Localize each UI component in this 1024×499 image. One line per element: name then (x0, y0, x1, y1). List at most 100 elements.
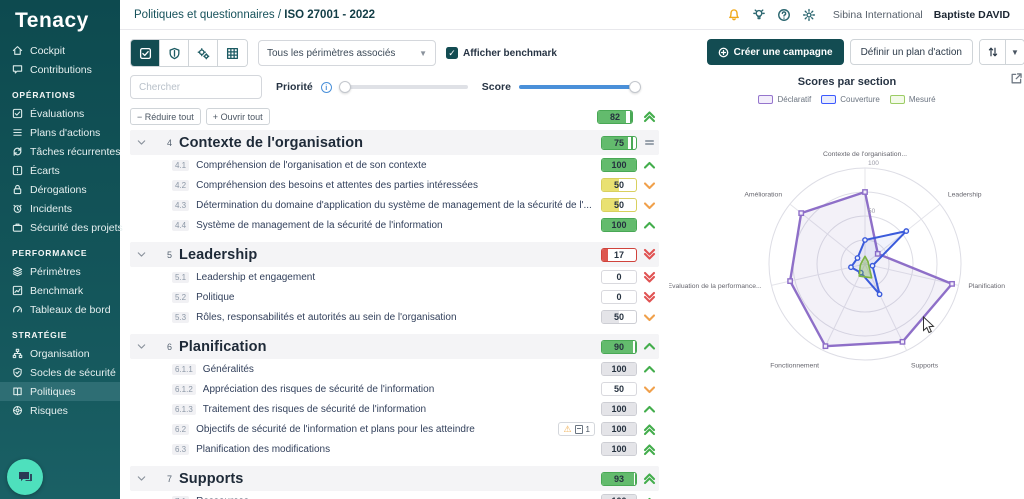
sidebar-item-incidents[interactable]: Incidents (0, 199, 120, 218)
sidebar-item-benchmark[interactable]: Benchmark (0, 281, 120, 300)
sidebar-item-tableaux-de-bord[interactable]: Tableaux de bord (0, 300, 120, 319)
trend-up2-icon (642, 422, 657, 437)
requirement-row-5.2[interactable]: 5.2Politique0 (130, 287, 659, 307)
repeat-icon (12, 146, 23, 157)
sidebar-item-politiques[interactable]: Politiques (0, 382, 120, 401)
perimeter-select[interactable]: Tous les périmètres associés ▼ (258, 40, 436, 66)
open-external-icon[interactable] (1010, 72, 1023, 85)
shield-check-icon (12, 367, 23, 378)
section-header-5[interactable]: 5Leadership17 (130, 242, 659, 267)
trend-down2-icon (642, 270, 657, 285)
current-user[interactable]: Baptiste DAVID (934, 9, 1010, 21)
priority-slider[interactable] (340, 85, 468, 89)
requirement-row-6.2[interactable]: 6.2Objectifs de sécurité de l'informatio… (130, 419, 659, 439)
benchmark-checkbox[interactable]: ✓ (446, 47, 458, 59)
search-input[interactable] (130, 75, 262, 99)
organization-name[interactable]: Sibina International (833, 9, 923, 21)
section-header-6[interactable]: 6Planification90 (130, 334, 659, 359)
sidebar-item-cockpit[interactable]: Cockpit (0, 41, 120, 60)
sidebar-item-plans-d-actions[interactable]: Plans d'actions (0, 123, 120, 142)
requirement-row-4.1[interactable]: 4.1Compréhension de l'organisation et de… (130, 155, 659, 175)
view-switcher (130, 39, 248, 67)
sidebar-item-organisation[interactable]: Organisation (0, 344, 120, 363)
requirement-row-5.3[interactable]: 5.3Rôles, responsabilités et autorités a… (130, 307, 659, 327)
collapse-all-button[interactable]: − Réduire tout (130, 108, 201, 125)
sidebar-item-label: Politiques (30, 386, 76, 398)
breadcrumb-parent[interactable]: Politiques et questionnaires / (134, 9, 281, 21)
chevron-down-icon[interactable] (136, 137, 147, 148)
layers-icon (12, 266, 23, 277)
benchmark-checkbox-row[interactable]: ✓ Afficher benchmark (446, 47, 557, 59)
section-header-7[interactable]: 7Supports93 (130, 466, 659, 491)
notifications-bell-icon[interactable] (727, 8, 741, 22)
check-square-icon (139, 47, 152, 60)
requirement-row-4.4[interactable]: 4.4Système de management de la sécurité … (130, 215, 659, 235)
help-icon[interactable] (777, 8, 791, 22)
score-slider[interactable] (519, 85, 639, 89)
requirement-number: 6.1.3 (172, 404, 196, 415)
score-badge: 100 (601, 218, 637, 232)
top-bar: Politiques et questionnaires / ISO 27001… (120, 0, 1024, 30)
legend-item-couverture[interactable]: Couverture (821, 95, 880, 104)
book-icon (12, 386, 23, 397)
sidebar-item-socles-de-s-curit-[interactable]: Socles de sécurité (0, 363, 120, 382)
requirement-row-6.1.1[interactable]: 6.1.1Généralités100 (130, 359, 659, 379)
section-title: Planification (179, 339, 595, 355)
requirement-row-6.1.3[interactable]: 6.1.3Traitement des risques de sécurité … (130, 399, 659, 419)
sidebar-item-contributions[interactable]: Contributions (0, 60, 120, 79)
sidebar-item-risques[interactable]: Risques (0, 401, 120, 420)
trend-up2-icon (642, 109, 657, 124)
content: Tous les périmètres associés ▼ ✓ Affiche… (120, 30, 1024, 499)
expand-all-button[interactable]: + Ouvrir tout (206, 108, 270, 125)
requirement-row-4.2[interactable]: 4.2Compréhension des besoins et attentes… (130, 175, 659, 195)
chevron-down-icon[interactable] (136, 473, 147, 484)
settings-gear-icon[interactable] (802, 8, 816, 22)
requirement-row-6.3[interactable]: 6.3Planification des modifications100 (130, 439, 659, 459)
score-badge: 100 (601, 402, 637, 416)
view-button-1[interactable] (160, 40, 189, 66)
create-campaign-button[interactable]: Créer une campagne (707, 39, 844, 65)
sidebar-item-label: Évaluations (30, 108, 84, 120)
chart-legend: Déclaratif Couverture Mesuré (669, 95, 1024, 104)
sidebar-item-label: Tâches récurrentes (30, 146, 120, 158)
trend-down1-icon (642, 198, 657, 213)
benchmark-checkbox-label: Afficher benchmark (463, 48, 557, 59)
svg-text:Supports: Supports (911, 362, 939, 369)
svg-text:50: 50 (868, 208, 876, 215)
view-button-2[interactable] (189, 40, 218, 66)
view-button-0[interactable] (131, 40, 160, 66)
legend-item-mesuré[interactable]: Mesuré (890, 95, 936, 104)
define-plan-button[interactable]: Définir un plan d'action (850, 39, 973, 65)
score-badge: 0 (601, 270, 637, 284)
requirement-number: 4.1 (172, 160, 189, 171)
sidebar-item-t-ches-r-currentes[interactable]: Tâches récurrentes (0, 142, 120, 161)
score-slider-handle[interactable] (629, 81, 641, 93)
section-header-4[interactable]: 4Contexte de l'organisation75 (130, 130, 659, 155)
svg-text:100: 100 (868, 160, 879, 167)
priority-slider-handle[interactable] (339, 81, 351, 93)
sort-button[interactable] (980, 40, 1006, 64)
requirement-label: Ressources (196, 496, 595, 499)
requirement-row-7.1[interactable]: 7.1Ressources100 (130, 491, 659, 499)
requirement-row-6.1.2[interactable]: 6.1.2Appréciation des risques de sécurit… (130, 379, 659, 399)
requirement-row-5.1[interactable]: 5.1Leadership et engagement0 (130, 267, 659, 287)
view-button-3[interactable] (218, 40, 247, 66)
requirement-label: Politique (196, 292, 595, 303)
sidebar-item-s-curit-des-projets[interactable]: Sécurité des projets (0, 218, 120, 237)
info-icon[interactable]: i (321, 82, 332, 93)
sidebar-item-label: Tableaux de bord (30, 304, 111, 316)
requirement-row-4.3[interactable]: 4.3Détermination du domaine d'applicatio… (130, 195, 659, 215)
chevron-down-icon[interactable] (136, 249, 147, 260)
sidebar-item-p-rim-tres[interactable]: Périmètres (0, 262, 120, 281)
chevron-down-icon[interactable] (136, 341, 147, 352)
legend-item-déclaratif[interactable]: Déclaratif (758, 95, 811, 104)
sidebar-item-d-rogations[interactable]: Dérogations (0, 180, 120, 199)
sort-options-button[interactable]: ▼ (1006, 40, 1024, 64)
briefcase-icon (12, 222, 23, 233)
warning-chip[interactable]: ⚠1 (558, 422, 595, 436)
sort-arrows-icon (987, 46, 999, 58)
ideas-lightbulb-icon[interactable] (752, 8, 766, 22)
sidebar-item--carts[interactable]: Écarts (0, 161, 120, 180)
sidebar-item--valuations[interactable]: Évaluations (0, 104, 120, 123)
chat-widget-button[interactable] (7, 459, 43, 495)
